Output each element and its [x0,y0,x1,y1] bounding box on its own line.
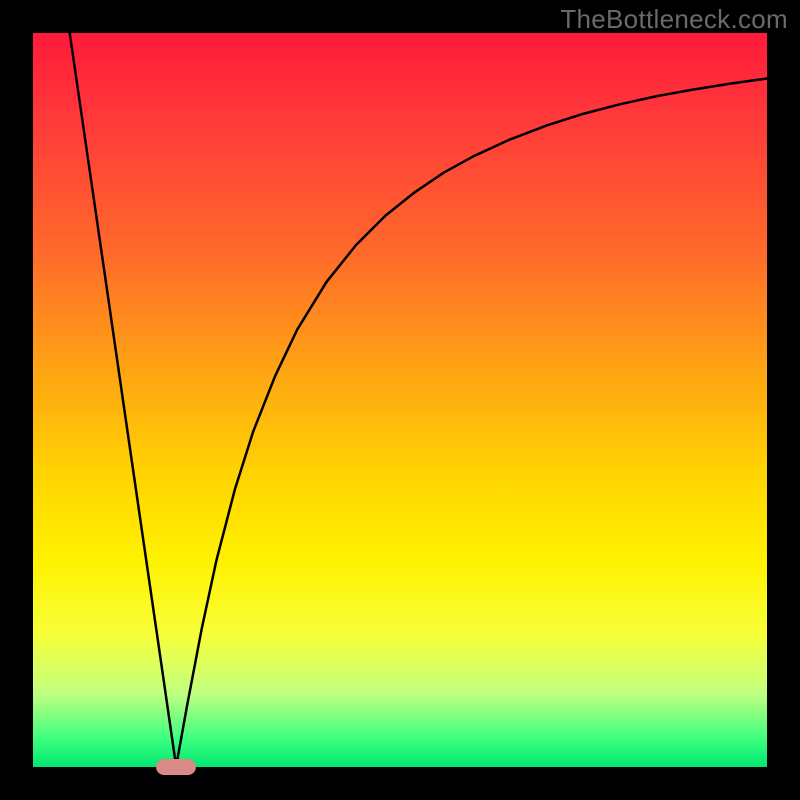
curve-layer [33,33,767,767]
optimal-marker [156,759,196,775]
bottleneck-curve [70,33,767,766]
chart-frame: TheBottleneck.com [0,0,800,800]
watermark-text: TheBottleneck.com [560,4,788,35]
plot-area [33,33,767,767]
